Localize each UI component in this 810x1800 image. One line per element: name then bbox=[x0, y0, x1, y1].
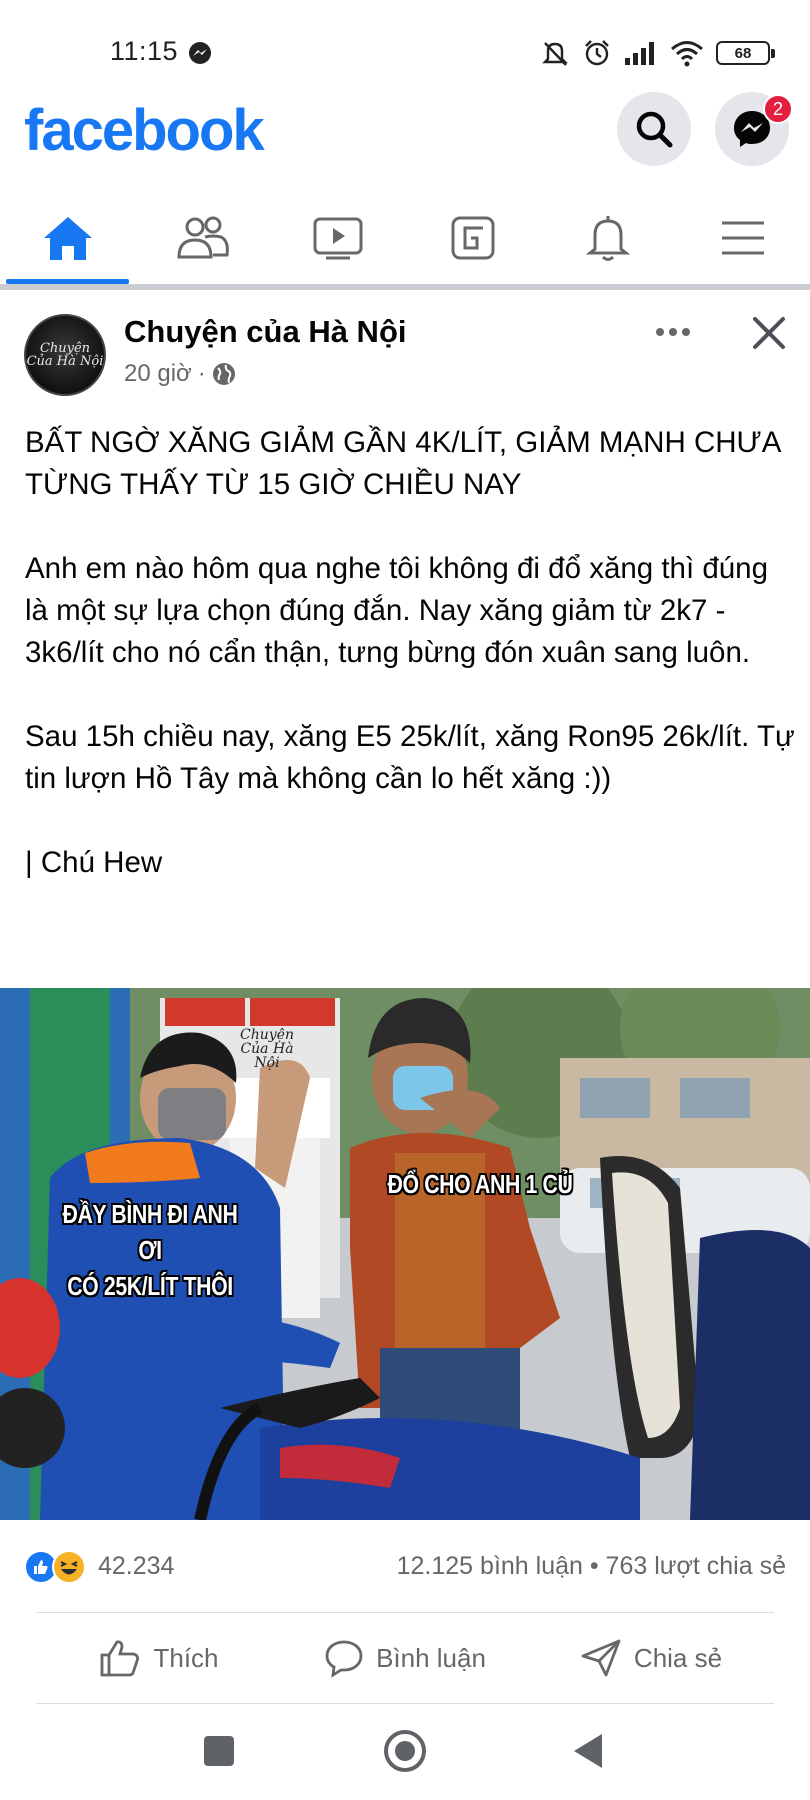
menu-icon bbox=[721, 221, 764, 255]
tab-friends[interactable] bbox=[135, 192, 270, 284]
post-time[interactable]: 20 giờ bbox=[124, 360, 192, 388]
status-bar: 11:15 68 bbox=[0, 0, 810, 92]
mute-icon bbox=[542, 42, 568, 66]
hide-post-button[interactable] bbox=[744, 308, 794, 358]
main-nav bbox=[0, 192, 810, 284]
share-icon bbox=[581, 1639, 621, 1677]
back-button[interactable] bbox=[574, 1734, 602, 1768]
like-button[interactable]: Thích bbox=[36, 1613, 282, 1703]
tab-notifications[interactable] bbox=[540, 192, 675, 284]
messenger-icon bbox=[189, 42, 211, 64]
battery-icon: 68 bbox=[716, 41, 775, 65]
status-time: 11:15 bbox=[110, 36, 179, 66]
messenger-button[interactable]: 2 bbox=[715, 92, 793, 166]
bell-icon bbox=[585, 216, 630, 261]
search-icon bbox=[636, 111, 673, 148]
post-actions: Thích Bình luận Chia sẻ bbox=[36, 1612, 774, 1704]
more-icon bbox=[656, 328, 690, 336]
tab-gaming[interactable] bbox=[405, 192, 540, 284]
status-icons: 68 bbox=[540, 36, 775, 70]
battery-level: 68 bbox=[734, 44, 752, 62]
comment-label: Bình luận bbox=[376, 1642, 486, 1673]
tab-home[interactable] bbox=[0, 192, 135, 284]
comment-icon bbox=[325, 1640, 363, 1678]
home-button[interactable] bbox=[384, 1730, 426, 1772]
page-avatar[interactable]: Chuyện Của Hà Nội bbox=[24, 314, 106, 396]
photo-watermark: Chuyện Của Hà Nội bbox=[240, 1027, 294, 1071]
post-headline: BẤT NGỜ XĂNG GIẢM GẦN 4K/LÍT, GIẢM MẠNH … bbox=[25, 426, 780, 501]
meta-separator: · bbox=[197, 360, 206, 387]
thumbs-up-icon bbox=[101, 1640, 140, 1677]
post-header: Chuyện Của Hà Nội Chuyện của Hà Nội 20 g… bbox=[0, 290, 810, 408]
alarm-icon bbox=[585, 40, 609, 66]
like-label: Thích bbox=[153, 1642, 219, 1673]
comments-shares-stats[interactable]: 12.125 bình luận • 763 lượt chia sẻ bbox=[397, 1552, 786, 1581]
page-name[interactable]: Chuyện của Hà Nội bbox=[124, 314, 407, 350]
close-icon bbox=[753, 317, 785, 349]
tab-menu[interactable] bbox=[675, 192, 810, 284]
caption-text: ĐẦY BÌNH ĐI ANH ƠI CÓ 25K/LÍT THÔI bbox=[62, 1199, 238, 1301]
tab-watch[interactable] bbox=[270, 192, 405, 284]
photo-caption-right: ĐỔ CHO ANH 1 CỦ bbox=[387, 1169, 573, 1199]
friends-icon bbox=[176, 216, 229, 259]
post-paragraph: Anh em nào hôm qua nghe tôi không đi đổ … bbox=[25, 552, 768, 669]
search-button[interactable] bbox=[617, 92, 691, 166]
avatar-logo-text: Chuyện Của Hà Nội bbox=[26, 341, 104, 369]
post-photo[interactable]: Chuyện Của Hà Nội ĐẦY BÌNH ĐI ANH ƠI CÓ … bbox=[0, 988, 810, 1520]
more-options-button[interactable] bbox=[648, 312, 698, 352]
reaction-count[interactable]: 42.234 bbox=[98, 1552, 174, 1581]
gaming-icon bbox=[451, 216, 494, 260]
comment-button[interactable]: Bình luận bbox=[282, 1613, 528, 1703]
globe-icon bbox=[212, 363, 235, 385]
share-label: Chia sẻ bbox=[633, 1642, 723, 1673]
reaction-icons[interactable] bbox=[24, 1550, 88, 1584]
haha-reaction-icon bbox=[52, 1550, 86, 1584]
wifi-icon bbox=[671, 41, 703, 67]
reactions-bar: 42.234 12.125 bình luận • 763 lượt chia … bbox=[0, 1520, 810, 1610]
signal-icon bbox=[625, 42, 654, 65]
post-paragraph: Sau 15h chiều nay, xăng E5 25k/lít, xăng… bbox=[25, 720, 795, 795]
home-button-dot bbox=[395, 1741, 415, 1761]
share-button[interactable]: Chia sẻ bbox=[528, 1613, 774, 1703]
photo-caption-left: ĐẦY BÌNH ĐI ANH ƠI CÓ 25K/LÍT THÔI bbox=[52, 1196, 249, 1304]
messenger-badge: 2 bbox=[763, 94, 793, 124]
recents-button[interactable] bbox=[204, 1736, 234, 1766]
post-text: BẤT NGỜ XĂNG GIẢM GẦN 4K/LÍT, GIẢM MẠNH … bbox=[25, 422, 795, 884]
video-icon bbox=[313, 217, 362, 260]
post-author: | Chú Hew bbox=[25, 846, 163, 879]
home-icon bbox=[43, 217, 92, 260]
app-header: facebook 2 bbox=[0, 92, 810, 192]
facebook-logo[interactable]: facebook bbox=[24, 97, 265, 164]
system-nav-bar bbox=[0, 1706, 810, 1800]
post-meta: 20 giờ · bbox=[124, 360, 236, 388]
